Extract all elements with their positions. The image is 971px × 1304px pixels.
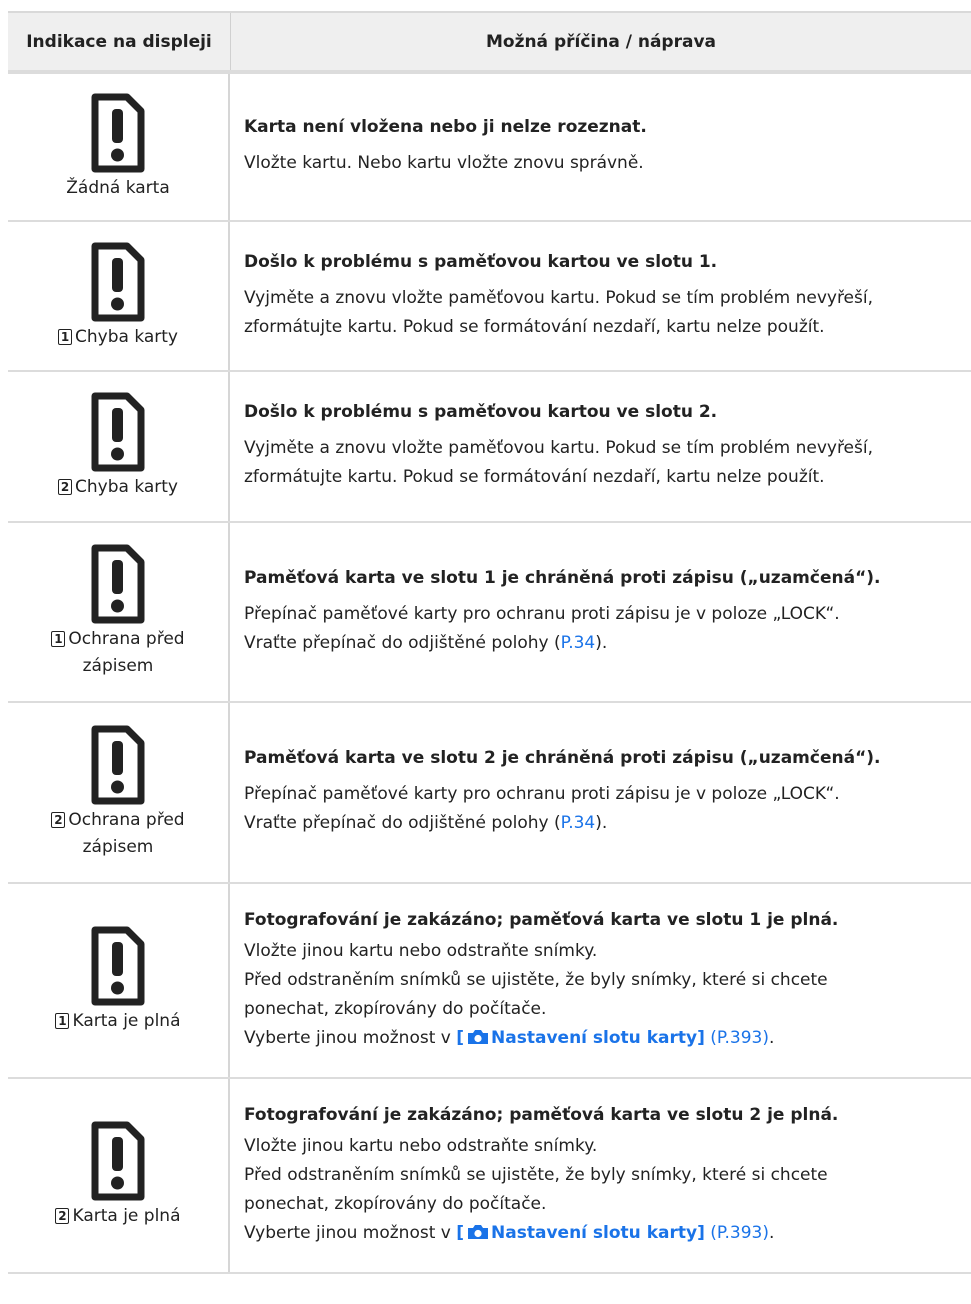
card-warning-icon	[91, 926, 145, 1006]
slot-number-icon: 2	[58, 479, 72, 495]
remedy-line: zformátujte kartu. Pokud se formátování …	[244, 467, 825, 487]
card-warning-icon	[91, 1121, 145, 1201]
remedy-text: Vyberte jinou možnost v	[244, 1222, 457, 1243]
indication-label: 1 Ochrana před	[51, 626, 185, 653]
remedy-line: Vyberte jinou možnost v [ Nastavení slotu…	[244, 1024, 963, 1053]
card-warning-icon	[91, 93, 145, 172]
remedy-line: Vyberte jinou možnost v [ Nastavení slotu…	[244, 1219, 963, 1248]
remedy-line: Před odstraněním snímků se ujistěte, že …	[244, 1164, 828, 1185]
table-row: 1 Karta je plná Fotografování je zakázáno…	[8, 884, 971, 1079]
menu-name: Nastavení slotu karty]	[491, 1222, 705, 1243]
remedy-line: Vraťte přepínač do odjištěné polohy (P.3…	[244, 809, 963, 838]
menu-bracket: [	[456, 1027, 465, 1048]
cause-title: Došlo k problému s paměťovou kartou ve s…	[244, 402, 718, 422]
indication-label: 2 Karta je plná	[55, 1203, 181, 1230]
indication-label: 1 Chyba karty	[58, 324, 178, 351]
card-warning-icon	[91, 392, 145, 472]
indication-label-line2: zápisem	[82, 836, 154, 857]
cause-cell: Došlo k problému s paměťovou kartou ve s…	[230, 372, 971, 521]
page-link[interactable]: (P.393)	[705, 1028, 769, 1048]
table-row: 1 Ochrana před zápisem Paměťová karta ve …	[8, 523, 971, 703]
cause-cell: Fotografování je zakázáno; paměťová kart…	[230, 884, 971, 1077]
remedy-line: Vyjměte a znovu vložte paměťovou kartu. …	[244, 438, 873, 458]
cause-title: Došlo k problému s paměťovou kartou ve s…	[244, 251, 718, 272]
remedy-line: Před odstraněním snímků se ujistěte, že …	[244, 969, 828, 990]
header-display-indication: Indikace na displeji	[8, 13, 231, 70]
indication-cell: 1 Karta je plná	[8, 884, 230, 1077]
page-link[interactable]: P.34	[561, 813, 596, 833]
remedy-line: Přepínač paměťové karty pro ochranu prot…	[244, 784, 840, 804]
indication-cell: 1 Ochrana před zápisem	[8, 523, 230, 701]
remedy-line: Vložte jinou kartu nebo odstraňte snímky…	[244, 940, 598, 961]
remedy-line: Vložte jinou kartu nebo odstraňte snímky…	[244, 1135, 598, 1156]
indication-cell: 2 Karta je plná	[8, 1079, 230, 1272]
slot-number-icon: 2	[55, 1208, 70, 1224]
camera-icon	[468, 1029, 489, 1044]
card-warning-icon	[91, 544, 145, 624]
remedy-line: Vyjměte a znovu vložte paměťovou kartu. …	[244, 287, 873, 308]
slot-number-icon: 1	[58, 328, 72, 345]
remedy-line: Vraťte přepínač do odjištěné polohy (P.3…	[244, 629, 963, 658]
cause-title: Fotografování je zakázáno; paměťová kart…	[244, 1104, 839, 1125]
indication-text: Chyba karty	[75, 326, 178, 347]
table-row: 2 Karta je plná Fotografování je zakázáno…	[8, 1079, 971, 1274]
page-link[interactable]: P.34	[561, 633, 596, 653]
card-warning-icon	[91, 242, 145, 321]
page-link[interactable]: (P.393)	[705, 1223, 769, 1243]
remedy-text: ).	[595, 632, 608, 653]
cause-cell: Karta není vložena nebo ji nelze rozezna…	[230, 74, 971, 220]
remedy-line: ponechat, zkopírovány do počítače.	[244, 998, 547, 1019]
remedy-line: Přepínač paměťové karty pro ochranu prot…	[244, 603, 840, 624]
table-row: 1 Chyba karty Došlo k problému s paměťovo…	[8, 222, 971, 372]
indication-cell: 2 Chyba karty	[8, 372, 230, 521]
remedy-text: .	[768, 1027, 775, 1048]
indication-label: 1 Karta je plná	[55, 1008, 181, 1035]
remedy-text: Vraťte přepínač do odjištěné polohy (	[244, 813, 561, 833]
camera-icon	[468, 1224, 489, 1239]
table-row: Žádná karta Karta není vložena nebo ji n…	[8, 74, 971, 222]
cause-cell: Paměťová karta ve slotu 1 je chráněná pr…	[230, 523, 971, 701]
indication-label: 2 Chyba karty	[58, 474, 178, 501]
slot-number-icon: 1	[55, 1013, 70, 1029]
indication-label: 2 Ochrana před	[51, 807, 185, 834]
remedy-text: .	[768, 1222, 775, 1243]
error-table: Indikace na displeji Možná příčina / náp…	[8, 11, 971, 1274]
slot-number-icon: 2	[51, 811, 66, 828]
cause-cell: Paměťová karta ve slotu 2 je chráněná pr…	[230, 703, 971, 882]
remedy-text: Vyberte jinou možnost v	[244, 1027, 457, 1048]
remedy-text: Vraťte přepínač do odjištěné polohy (	[244, 632, 561, 653]
table-header: Indikace na displeji Možná příčina / náp…	[8, 11, 971, 74]
indication-label: Žádná karta	[66, 175, 170, 202]
remedy-line: zformátujte kartu. Pokud se formátování …	[244, 316, 825, 337]
remedy-text: ).	[595, 813, 608, 833]
menu-name: Nastavení slotu karty]	[491, 1027, 705, 1048]
remedy-line: Vložte kartu. Nebo kartu vložte znovu sp…	[244, 153, 644, 173]
cause-title: Fotografování je zakázáno; paměťová kart…	[244, 909, 839, 930]
table-row: 2 Ochrana před zápisem Paměťová karta ve …	[8, 703, 971, 884]
menu-link[interactable]: [ Nastavení slotu karty]	[456, 1028, 705, 1048]
cause-title: Paměťová karta ve slotu 1 je chráněná pr…	[244, 567, 881, 588]
indication-text: Ochrana před	[68, 629, 185, 649]
remedy-line: ponechat, zkopírovány do počítače.	[244, 1193, 547, 1214]
cause-title: Paměťová karta ve slotu 2 je chráněná pr…	[244, 748, 881, 768]
indication-cell: Žádná karta	[8, 74, 230, 220]
indication-text: Chyba karty	[75, 477, 178, 497]
indication-text: Ochrana před	[68, 809, 185, 830]
header-cause-remedy: Možná příčina / náprava	[485, 31, 717, 52]
indication-text: Žádná karta	[66, 177, 170, 198]
indication-label-line2: zápisem	[82, 656, 154, 676]
indication-cell: 2 Ochrana před zápisem	[8, 703, 230, 882]
menu-bracket: [	[456, 1222, 465, 1243]
slot-number-icon: 1	[51, 631, 66, 647]
cause-cell: Fotografování je zakázáno; paměťová kart…	[230, 1079, 971, 1272]
indication-cell: 1 Chyba karty	[8, 222, 230, 370]
menu-link[interactable]: [ Nastavení slotu karty]	[456, 1223, 705, 1243]
table-row: 2 Chyba karty Došlo k problému s paměťovo…	[8, 372, 971, 523]
card-warning-icon	[91, 725, 145, 804]
indication-text: Karta je plná	[72, 1011, 181, 1031]
indication-text: Karta je plná	[72, 1206, 181, 1226]
cause-cell: Došlo k problému s paměťovou kartou ve s…	[230, 222, 971, 370]
cause-title: Karta není vložena nebo ji nelze rozezna…	[244, 117, 647, 137]
